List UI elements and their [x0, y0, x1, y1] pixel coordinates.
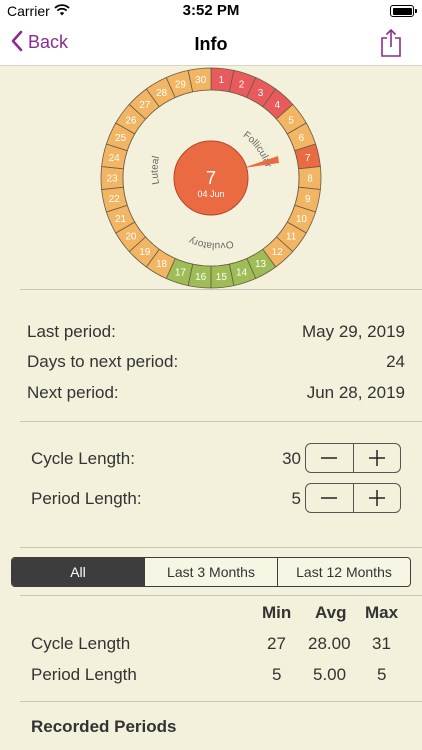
cycle-day-label: 12	[272, 247, 284, 258]
cycle-day-label: 23	[106, 174, 118, 185]
divider	[20, 289, 422, 290]
stats-row-label: Cycle Length	[31, 634, 131, 653]
days-to-next-label: Days to next period:	[27, 352, 179, 371]
last-period-label: Last period:	[27, 322, 116, 341]
cycle-day-label: 22	[109, 194, 121, 205]
navigation-bar: Back Info	[0, 22, 422, 66]
cycle-day-label: 20	[125, 232, 137, 243]
days-to-next-value: 24	[386, 352, 405, 371]
cycle-length-stepper[interactable]	[305, 443, 401, 473]
period-length-decrement-button[interactable]	[306, 484, 353, 512]
cycle-day-label: 6	[299, 133, 305, 144]
divider	[20, 421, 422, 422]
cycle-day-label: 4	[274, 100, 280, 111]
center-day-number: 7	[206, 168, 216, 188]
divider	[20, 701, 422, 702]
cycle-day-label: 21	[115, 214, 127, 225]
next-period-value: Jun 28, 2019	[306, 383, 405, 402]
cycle-day-label: 15	[216, 272, 228, 283]
battery-icon	[390, 5, 417, 17]
cycle-day-label: 16	[195, 272, 207, 283]
period-length-increment-button[interactable]	[352, 484, 401, 512]
cycle-wheel-chart: 1 234567891011121314151617181920212223242…	[100, 67, 322, 289]
cycle-day-label: 14	[236, 268, 248, 279]
cycle-day-label: 11	[286, 232, 297, 243]
cycle-day-label: 3	[258, 88, 264, 99]
divider	[20, 595, 422, 596]
stats-cycle-avg: 28.00	[308, 634, 351, 653]
cycle-day-label: 5	[288, 115, 294, 126]
cycle-day-label: 7	[305, 153, 311, 164]
cycle-length-decrement-button[interactable]	[306, 444, 353, 472]
cycle-day-label: 1	[219, 75, 225, 86]
clock: 3:52 PM	[182, 2, 240, 19]
segment-last-3-months[interactable]: Last 3 Months	[144, 558, 277, 586]
cycle-day-label: 13	[255, 259, 267, 270]
stats-period-avg: 5.00	[313, 665, 347, 684]
minus-icon	[321, 497, 338, 499]
cycle-length-increment-button[interactable]	[352, 444, 401, 472]
stats-header-min: Min	[262, 603, 292, 622]
time-range-segmented-control[interactable]: All Last 3 Months Last 12 Months	[11, 557, 411, 587]
center-date: 04 Jun	[197, 189, 224, 199]
segment-all[interactable]: All	[12, 558, 144, 586]
stats-period-max: 5	[377, 665, 387, 684]
stats-cycle-min: 27	[267, 634, 286, 653]
recorded-periods-title: Recorded Periods	[31, 717, 177, 736]
stats-header-max: Max	[365, 603, 399, 622]
cycle-day-label: 10	[296, 214, 308, 225]
next-period-row: Next period: Jun 28, 2019	[27, 383, 405, 407]
phase-label-luteal: Luteal	[150, 155, 163, 185]
cycle-day-label: 30	[195, 75, 207, 86]
stats-cycle-max: 31	[372, 634, 391, 653]
cycle-day-label: 9	[305, 194, 311, 205]
days-to-next-row: Days to next period: 24	[27, 352, 405, 376]
cycle-day-label: 2	[239, 79, 245, 90]
cycle-length-value: 30	[282, 449, 301, 468]
cycle-day-label: 17	[175, 268, 187, 279]
cycle-length-label: Cycle Length:	[31, 449, 135, 468]
period-length-value: 5	[291, 489, 301, 508]
cycle-day-label: 8	[307, 174, 313, 185]
cycle-day-label: 28	[156, 88, 168, 99]
cycle-day-label: 19	[139, 247, 151, 258]
plus-icon	[368, 490, 385, 506]
cycle-day-label: 26	[125, 115, 137, 126]
cycle-wheel: 1 2 3 4 5 6 7 8 9 10 11 12 13 14 15 16 17 18 19 20 21 22 23 24 2…	[0, 66, 422, 290]
last-period-row: Last period: May 29, 2019	[27, 322, 405, 346]
share-button[interactable]	[380, 28, 402, 58]
plus-icon	[368, 450, 385, 466]
svg-text:Luteal: Luteal	[150, 155, 163, 185]
divider	[20, 547, 422, 548]
status-bar: Carrier 3:52 PM	[0, 0, 422, 22]
cycle-length-setting: Cycle Length: 30	[31, 443, 401, 473]
cycle-day-label: 18	[156, 259, 168, 270]
share-icon	[381, 28, 401, 57]
stats-period-min: 5	[272, 665, 282, 684]
segment-last-12-months[interactable]: Last 12 Months	[277, 558, 410, 586]
minus-icon	[321, 457, 338, 459]
cycle-day-label: 25	[115, 133, 127, 144]
cycle-day-label: 27	[139, 100, 151, 111]
stats-header-avg: Avg	[315, 603, 347, 622]
last-period-value: May 29, 2019	[301, 322, 405, 341]
next-period-label: Next period:	[27, 383, 119, 402]
period-length-setting: Period Length: 5	[31, 483, 401, 513]
page-title: Info	[194, 34, 228, 54]
cycle-day-label: 24	[109, 153, 121, 164]
period-length-label: Period Length:	[31, 489, 142, 508]
cycle-day-label: 29	[175, 79, 187, 90]
stats-row-label: Period Length	[31, 665, 137, 684]
period-length-stepper[interactable]	[305, 483, 401, 513]
